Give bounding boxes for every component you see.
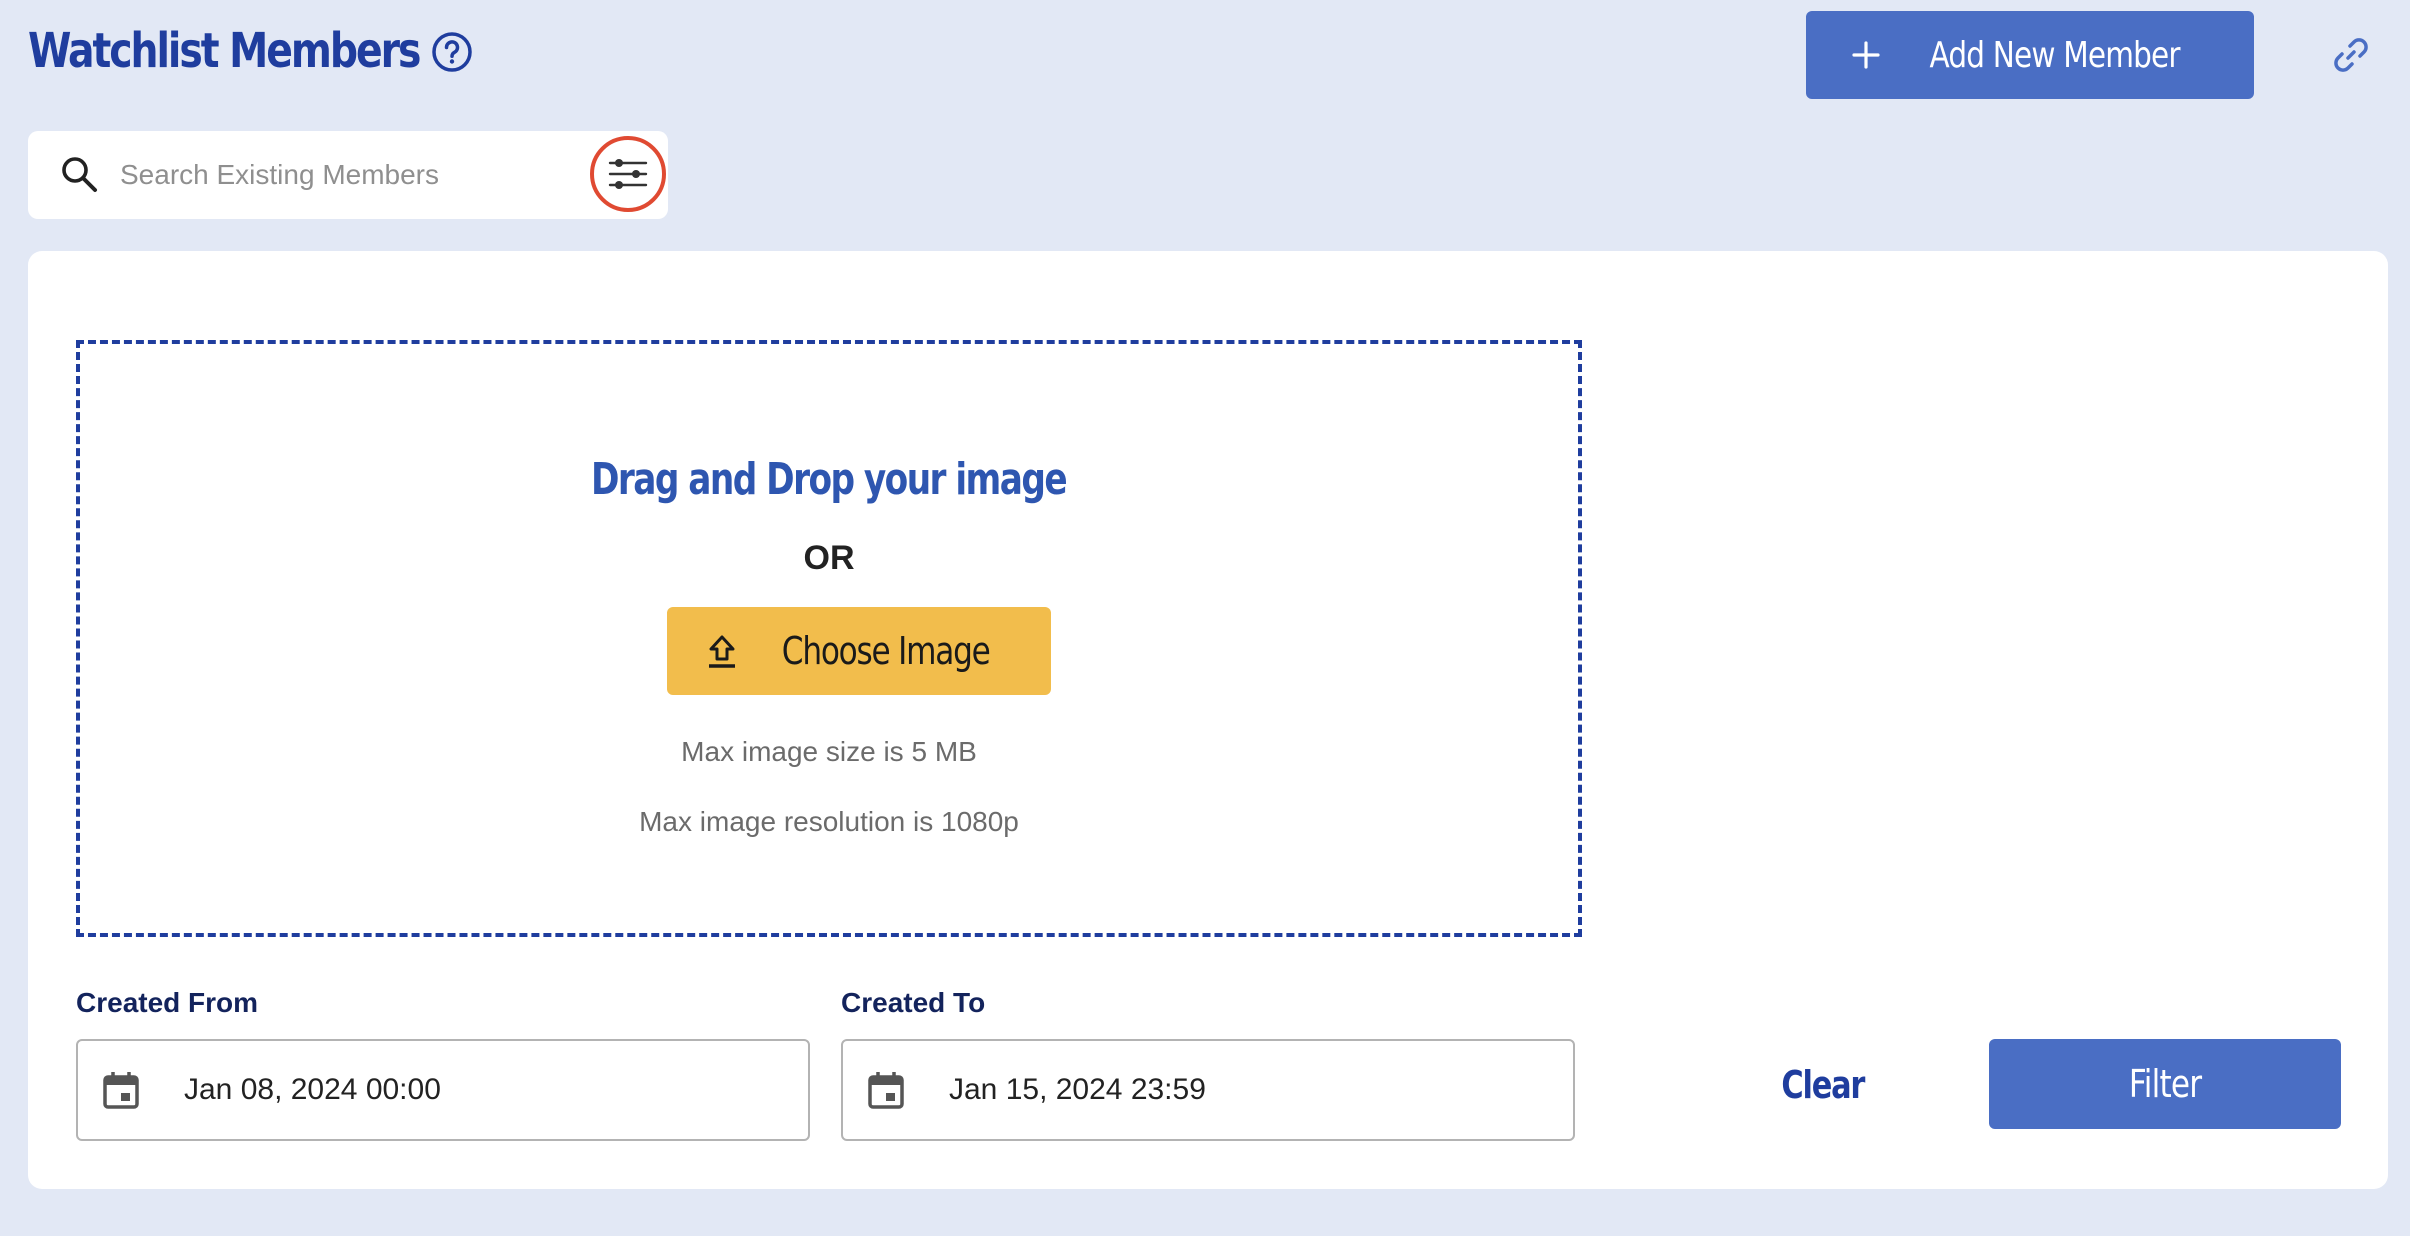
image-drop-zone[interactable]: Drag and Drop your image OR Choose Image…: [76, 340, 1582, 937]
sliders-icon: [608, 159, 648, 189]
clear-button[interactable]: Clear: [1723, 1041, 1923, 1129]
search-icon: [62, 157, 97, 192]
plus-icon: [1852, 41, 1881, 69]
add-new-member-label: Add New Member: [1929, 34, 2181, 76]
search-bar: [28, 131, 668, 219]
created-to-label: Created To: [841, 987, 986, 1018]
or-separator: OR: [803, 539, 855, 577]
calendar-icon: [868, 1072, 904, 1109]
upload-icon: [709, 635, 736, 668]
created-from-label: Created From: [76, 987, 259, 1018]
created-from-value: Jan 08, 2024 00:00: [184, 1073, 441, 1106]
filter-button[interactable]: Filter: [1989, 1039, 2341, 1129]
filter-toggle-button[interactable]: [590, 136, 666, 212]
help-icon[interactable]: [430, 30, 474, 74]
link-icon[interactable]: [2330, 34, 2372, 76]
add-new-member-button[interactable]: Add New Member: [1806, 11, 2254, 99]
calendar-icon: [103, 1072, 139, 1109]
drop-zone-title: Drag and Drop your image: [591, 454, 1068, 505]
page-title: Watchlist Members: [28, 23, 421, 79]
choose-image-button[interactable]: Choose Image: [667, 607, 1051, 695]
created-to-field[interactable]: Jan 15, 2024 23:59: [841, 1039, 1575, 1141]
created-to-value: Jan 15, 2024 23:59: [949, 1073, 1206, 1106]
image-search-card: Drag and Drop your image OR Choose Image…: [28, 251, 2388, 1189]
search-input[interactable]: [120, 153, 510, 197]
choose-image-label: Choose Image: [782, 629, 991, 673]
created-from-field[interactable]: Jan 08, 2024 00:00: [76, 1039, 810, 1141]
max-size-hint: Max image size is 5 MB: [681, 736, 977, 767]
max-resolution-hint: Max image resolution is 1080p: [639, 806, 1019, 837]
